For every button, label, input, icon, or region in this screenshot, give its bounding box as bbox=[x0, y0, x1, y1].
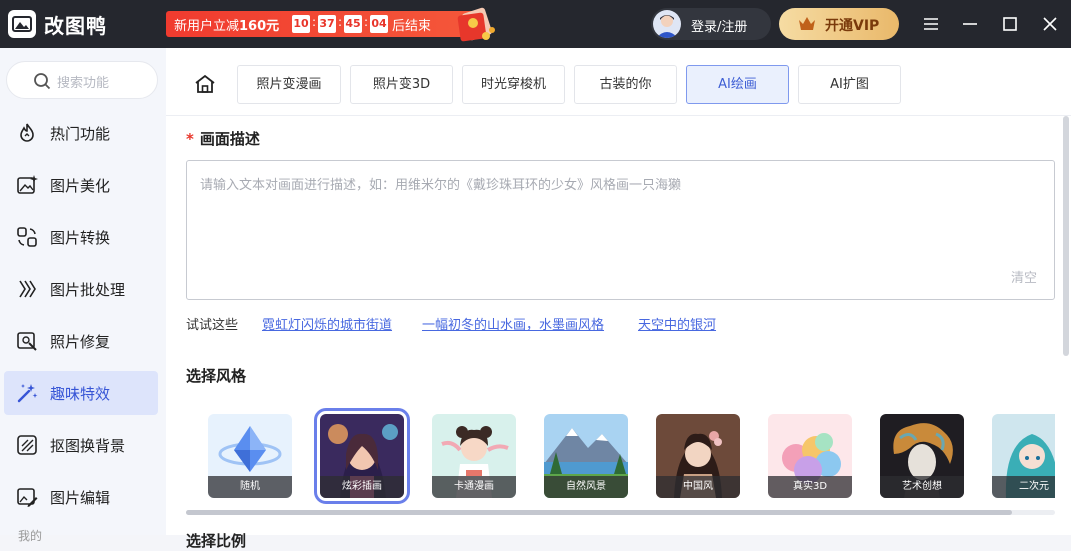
style-gallery: 随机 炫彩插画 卡通漫画 自然风景 中国风 真实3D 艺术创想 二次元 bbox=[186, 404, 1055, 508]
style-card-colorful-illustration[interactable]: 炫彩插画 bbox=[314, 408, 410, 504]
sidebar-item-label: 抠图换背景 bbox=[50, 437, 126, 455]
sidebar-item-hot[interactable]: 热门功能 bbox=[4, 111, 158, 155]
image-sparkle-icon bbox=[17, 175, 38, 194]
style-card-anime[interactable]: 二次元 bbox=[992, 414, 1055, 498]
red-envelope-icon[interactable] bbox=[455, 6, 497, 44]
style-card-label: 自然风景 bbox=[544, 476, 628, 498]
tab-ai-painting[interactable]: AI绘画 bbox=[686, 65, 789, 104]
main-scrollbar[interactable] bbox=[1063, 116, 1069, 356]
sidebar-item-label: 图片转换 bbox=[50, 229, 111, 247]
sidebar-item-repair[interactable]: 照片修复 bbox=[4, 319, 158, 363]
main-panel: 照片变漫画 照片变3D 时光穿梭机 古装的你 AI绘画 AI扩图 * 画面描述 请… bbox=[166, 48, 1071, 550]
required-mark: * bbox=[186, 130, 194, 148]
tab-photo-to-comic[interactable]: 照片变漫画 bbox=[237, 65, 341, 104]
description-placeholder: 请输入文本对画面进行描述，如：用维米尔的《戴珍珠耳环的少女》风格画一只海獭 bbox=[200, 178, 682, 193]
clear-button[interactable]: 清空 bbox=[1011, 267, 1037, 286]
sidebar-section-label: 我的 bbox=[18, 529, 43, 543]
tab-photo-to-3d[interactable]: 照片变3D bbox=[350, 65, 453, 104]
login-label: 登录/注册 bbox=[691, 20, 748, 35]
home-icon[interactable] bbox=[194, 74, 216, 98]
style-gallery-scrollbar[interactable] bbox=[186, 510, 1055, 515]
sidebar-item-cutout[interactable]: 抠图换背景 bbox=[4, 423, 158, 467]
sidebar-item-label: 照片修复 bbox=[50, 333, 111, 351]
suggestion-link[interactable]: 一幅初冬的山水画，水墨画风格 bbox=[422, 314, 604, 333]
app-title: 改图鸭 bbox=[44, 14, 107, 38]
image-edit-icon bbox=[17, 488, 38, 507]
promo-prefix: 新用户立减 bbox=[174, 19, 240, 34]
countdown-minutes: 37 bbox=[318, 15, 336, 33]
cutout-icon bbox=[17, 435, 37, 455]
style-card-label: 真实3D bbox=[768, 476, 852, 498]
countdown-sep: : bbox=[312, 15, 317, 29]
magic-wand-icon bbox=[17, 384, 38, 403]
style-card-art-concept[interactable]: 艺术创想 bbox=[880, 414, 964, 498]
style-card-label: 炫彩插画 bbox=[320, 476, 404, 498]
close-icon[interactable] bbox=[1038, 12, 1062, 36]
app-logo-icon bbox=[8, 10, 36, 38]
suggestion-link[interactable]: 霓虹灯闪烁的城市街道 bbox=[262, 314, 392, 333]
description-textarea[interactable]: 请输入文本对画面进行描述，如：用维米尔的《戴珍珠耳环的少女》风格画一只海獭 清空 bbox=[186, 160, 1055, 300]
menu-icon[interactable] bbox=[919, 12, 943, 36]
sidebar-item-label: 热门功能 bbox=[50, 125, 111, 143]
sidebar-item-effects[interactable]: 趣味特效 bbox=[4, 371, 158, 415]
sidebar-item-label: 图片批处理 bbox=[50, 281, 126, 299]
search-input[interactable]: 搜索功能 bbox=[6, 61, 158, 99]
crown-icon bbox=[799, 17, 815, 30]
promo-amount: 160元 bbox=[239, 19, 280, 34]
minimize-icon[interactable] bbox=[958, 12, 982, 36]
photo-repair-icon bbox=[17, 332, 37, 351]
description-title: * 画面描述 bbox=[186, 128, 260, 149]
style-card-label: 卡通漫画 bbox=[432, 476, 516, 498]
style-card-label: 随机 bbox=[208, 476, 292, 498]
sidebar-item-label: 图片编辑 bbox=[50, 489, 111, 507]
sidebar-item-edit[interactable]: 图片编辑 bbox=[4, 475, 158, 519]
batch-icon bbox=[19, 280, 36, 298]
tab-ai-expand[interactable]: AI扩图 bbox=[798, 65, 901, 104]
promo-suffix: 后结束 bbox=[392, 19, 432, 34]
vip-button[interactable]: 开通VIP bbox=[779, 8, 899, 40]
style-card-random[interactable]: 随机 bbox=[208, 414, 292, 498]
sidebar-item-beautify[interactable]: 图片美化 bbox=[4, 163, 158, 207]
description-title-text: 画面描述 bbox=[199, 130, 260, 148]
style-card-label: 艺术创想 bbox=[880, 476, 964, 498]
tab-time-machine[interactable]: 时光穿梭机 bbox=[462, 65, 565, 104]
sidebar-item-batch[interactable]: 图片批处理 bbox=[4, 267, 158, 311]
sidebar-item-label: 趣味特效 bbox=[50, 385, 111, 403]
style-card-realistic-3d[interactable]: 真实3D bbox=[768, 414, 852, 498]
promo-banner[interactable]: 新用户立减160元 10 : 37 : 45 : 04 后结束 bbox=[166, 11, 476, 37]
suggestion-link[interactable]: 天空中的银河 bbox=[638, 314, 716, 333]
search-placeholder: 搜索功能 bbox=[57, 76, 110, 91]
suggestions-label: 试试这些 bbox=[186, 318, 239, 333]
countdown-seconds: 45 bbox=[344, 15, 362, 33]
search-icon bbox=[34, 73, 51, 90]
sidebar-item-label: 图片美化 bbox=[50, 177, 111, 195]
sidebar: 搜索功能 热门功能 图片美化 图片转换 图片批处理 照片修复 趣味特效 抠图换背… bbox=[0, 48, 166, 543]
style-card-nature[interactable]: 自然风景 bbox=[544, 414, 628, 498]
style-card-label: 二次元 bbox=[992, 476, 1055, 498]
flame-icon bbox=[20, 123, 34, 142]
scrollbar-thumb[interactable] bbox=[186, 510, 1012, 515]
title-bar: 改图鸭 新用户立减160元 10 : 37 : 45 : 04 后结束 登录/注… bbox=[0, 0, 1071, 48]
feature-tabs: 照片变漫画 照片变3D 时光穿梭机 古装的你 AI绘画 AI扩图 bbox=[166, 48, 1071, 116]
countdown-hours: 10 bbox=[292, 15, 310, 33]
style-card-label: 中国风 bbox=[656, 476, 740, 498]
convert-icon bbox=[17, 227, 37, 247]
ratio-title: 选择比例 bbox=[186, 532, 247, 550]
maximize-icon[interactable] bbox=[998, 12, 1022, 36]
vip-label: 开通VIP bbox=[825, 18, 880, 34]
countdown-centiseconds: 04 bbox=[370, 15, 388, 33]
countdown-sep: : bbox=[338, 15, 343, 29]
style-card-chinese[interactable]: 中国风 bbox=[656, 414, 740, 498]
login-button[interactable]: 登录/注册 bbox=[651, 8, 771, 40]
style-card-cartoon[interactable]: 卡通漫画 bbox=[432, 414, 516, 498]
avatar bbox=[653, 10, 681, 38]
sidebar-item-convert[interactable]: 图片转换 bbox=[4, 215, 158, 259]
styles-title: 选择风格 bbox=[186, 367, 247, 385]
tab-ancient-costume[interactable]: 古装的你 bbox=[574, 65, 677, 104]
countdown-sep: : bbox=[364, 15, 369, 29]
